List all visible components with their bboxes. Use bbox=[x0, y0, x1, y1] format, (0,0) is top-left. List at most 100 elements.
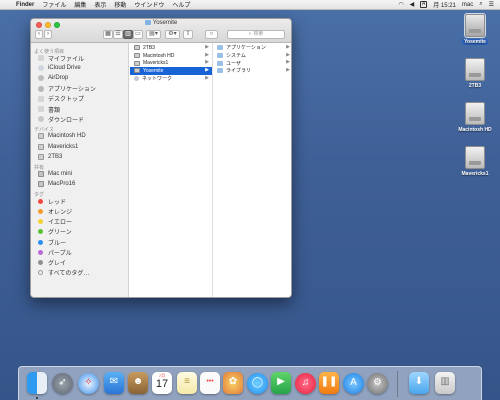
ibooks-icon[interactable]: ❚❚ bbox=[319, 372, 339, 394]
sidebar-header-tags: タグ bbox=[34, 192, 45, 199]
sidebar-item-downloads[interactable]: ダウンロード bbox=[31, 114, 128, 124]
sidebar-item-tag-gray[interactable]: グレイ bbox=[31, 257, 128, 267]
tag-dot-icon bbox=[38, 249, 43, 255]
folder-icon bbox=[217, 68, 223, 74]
clock[interactable]: 月 15:21 bbox=[433, 0, 456, 9]
sidebar-item-label: Macintosh HD bbox=[48, 133, 86, 140]
back-button[interactable]: ‹ bbox=[35, 30, 43, 39]
sidebar-item-label: MacPro16 bbox=[48, 181, 76, 188]
sidebar-header-devices: デバイス bbox=[34, 127, 54, 134]
applications-icon bbox=[38, 85, 44, 92]
sidebar-item-tag-red[interactable]: レッド bbox=[31, 196, 128, 206]
photos-icon[interactable]: ✿ bbox=[223, 372, 243, 394]
column-item-network[interactable]: ネットワーク ▶ bbox=[130, 75, 212, 83]
safari-icon[interactable]: ✧ bbox=[78, 373, 99, 394]
hard-disk-icon bbox=[38, 133, 44, 140]
volume-icon[interactable]: ◀ bbox=[410, 1, 415, 8]
desktop-icon-label: Yosemite bbox=[462, 39, 488, 45]
menu-app-finder[interactable]: Finder bbox=[16, 2, 34, 8]
disclosure-arrow-icon: ▶ bbox=[205, 67, 209, 74]
all-tags-icon bbox=[38, 270, 43, 276]
desktop-icon-yosemite[interactable]: Yosemite bbox=[450, 13, 500, 45]
cover-flow-button[interactable]: ▭ bbox=[133, 30, 143, 39]
mail-icon[interactable]: ✉ bbox=[104, 372, 124, 394]
wifi-icon[interactable]: ◠ bbox=[398, 1, 403, 8]
sidebar-item-tag-green[interactable]: グリーン bbox=[31, 227, 128, 237]
column-item-applications[interactable]: アプリケーション ▶ bbox=[213, 44, 291, 52]
title-bar[interactable]: Yosemite ‹ › ▦ ☰ ▥ ▭ ▤▾ ⚙▾ ⇧ ○ ⌕ 検索 bbox=[31, 19, 291, 43]
spotlight-icon[interactable]: ⌕ bbox=[479, 1, 482, 8]
sidebar-item-tag-yellow[interactable]: イエロー bbox=[31, 217, 128, 227]
trash-icon[interactable]: ▥ bbox=[435, 372, 455, 394]
disclosure-arrow-icon: ▶ bbox=[205, 74, 209, 81]
dock: ➶ ✧ ✉ ☻ 7月 17 ≡ ••• ✿ ◯ ▶ ♫ ❚❚ A ⚙ ⬇ ▥ bbox=[18, 366, 482, 400]
column-item-mavericks1[interactable]: Mavericks1 ▶ bbox=[130, 59, 212, 67]
disclosure-arrow-icon: ▶ bbox=[286, 67, 290, 74]
sidebar-item-label: レッド bbox=[48, 199, 67, 206]
sidebar-item-documents[interactable]: 書類 bbox=[31, 104, 128, 114]
sidebar-item-label: Mavericks1 bbox=[48, 143, 79, 150]
desktop-icon-macintosh-hd[interactable]: Macintosh HD bbox=[450, 102, 500, 133]
action-gear-button[interactable]: ⚙▾ bbox=[165, 30, 180, 39]
forward-button[interactable]: › bbox=[44, 30, 52, 39]
menu-view[interactable]: 表示 bbox=[94, 0, 106, 9]
calendar-icon[interactable]: 7月 17 bbox=[152, 372, 172, 394]
icon-view-button[interactable]: ▦ bbox=[103, 30, 113, 39]
sidebar-item-mavericks1[interactable]: Mavericks1 bbox=[31, 142, 128, 152]
desktop-icon-2tb3[interactable]: 2TB3 bbox=[450, 58, 500, 89]
messages-icon[interactable]: ◯ bbox=[247, 373, 268, 394]
sidebar-item-label: パープル bbox=[48, 250, 72, 257]
desktop-icon-mavericks1[interactable]: Mavericks1 bbox=[450, 146, 500, 177]
launchpad-icon[interactable]: ➶ bbox=[52, 373, 73, 394]
list-view-button[interactable]: ☰ bbox=[113, 30, 123, 39]
sidebar-item-2tb3[interactable]: 2TB3 bbox=[31, 152, 128, 162]
hard-disk-icon bbox=[465, 102, 485, 125]
sidebar-item-macpro16[interactable]: MacPro16 bbox=[31, 179, 128, 189]
sidebar-item-tag-blue[interactable]: ブルー bbox=[31, 237, 128, 247]
app-store-icon[interactable]: A bbox=[343, 373, 364, 394]
airdrop-icon bbox=[38, 75, 44, 82]
column-item-macintosh-hd[interactable]: Macintosh HD ▶ bbox=[130, 52, 212, 60]
reminders-icon[interactable]: ••• bbox=[200, 372, 220, 394]
facetime-icon[interactable]: ▶ bbox=[271, 372, 291, 394]
tags-button[interactable]: ○ bbox=[205, 30, 218, 39]
column-item-users[interactable]: ユーザ ▶ bbox=[213, 59, 291, 67]
system-preferences-icon[interactable]: ⚙ bbox=[367, 373, 388, 394]
search-field[interactable]: ⌕ 検索 bbox=[227, 30, 285, 39]
column-item-system[interactable]: システム ▶ bbox=[213, 52, 291, 60]
sidebar-item-label: グレイ bbox=[48, 260, 67, 267]
arrange-button[interactable]: ▤▾ bbox=[146, 30, 161, 39]
column-item-library[interactable]: ライブラリ ▶ bbox=[213, 67, 291, 75]
column-item-2tb3[interactable]: 2TB3 ▶ bbox=[130, 44, 212, 52]
user-menu[interactable]: mac bbox=[462, 2, 473, 8]
notes-icon[interactable]: ≡ bbox=[177, 372, 197, 394]
menu-go[interactable]: 移動 bbox=[114, 0, 126, 9]
column-item-label: Macintosh HD bbox=[143, 52, 175, 59]
menu-file[interactable]: ファイル bbox=[42, 0, 66, 9]
column-item-yosemite[interactable]: Yosemite ▶ bbox=[130, 67, 212, 75]
input-source-icon[interactable]: A bbox=[420, 1, 428, 8]
column-view-button[interactable]: ▥ bbox=[123, 30, 133, 39]
column-item-label: ネットワーク bbox=[142, 76, 173, 83]
menu-window[interactable]: ウインドウ bbox=[134, 0, 164, 9]
sidebar-item-mac-mini[interactable]: Mac mini bbox=[31, 169, 128, 179]
sidebar-item-applications[interactable]: アプリケーション bbox=[31, 84, 128, 94]
finder-icon[interactable] bbox=[27, 372, 47, 394]
hard-disk-icon bbox=[465, 146, 485, 169]
share-button[interactable]: ⇧ bbox=[183, 30, 193, 39]
sidebar-item-icloud[interactable]: iCloud Drive bbox=[31, 63, 128, 73]
downloads-stack-icon[interactable]: ⬇ bbox=[409, 372, 429, 394]
column-item-label: アプリケーション bbox=[226, 45, 266, 52]
notification-center-icon[interactable]: ☰ bbox=[489, 1, 494, 8]
sidebar-item-desktop[interactable]: デスクトップ bbox=[31, 94, 128, 104]
finder-window: Yosemite ‹ › ▦ ☰ ▥ ▭ ▤▾ ⚙▾ ⇧ ○ ⌕ 検索 よく使う項… bbox=[30, 18, 292, 298]
sidebar-item-tag-purple[interactable]: パープル bbox=[31, 247, 128, 257]
contacts-icon[interactable]: ☻ bbox=[128, 372, 148, 394]
menu-edit[interactable]: 編集 bbox=[74, 0, 86, 9]
window-body: よく使う項目 マイファイル iCloud Drive AirDrop アプリケー… bbox=[31, 43, 291, 297]
itunes-icon[interactable]: ♫ bbox=[295, 373, 316, 394]
sidebar-item-all-tags[interactable]: すべてのタグ… bbox=[31, 268, 128, 278]
sidebar-item-tag-orange[interactable]: オレンジ bbox=[31, 206, 128, 216]
sidebar-item-airdrop[interactable]: AirDrop bbox=[31, 73, 128, 83]
menu-help[interactable]: ヘルプ bbox=[172, 0, 190, 9]
